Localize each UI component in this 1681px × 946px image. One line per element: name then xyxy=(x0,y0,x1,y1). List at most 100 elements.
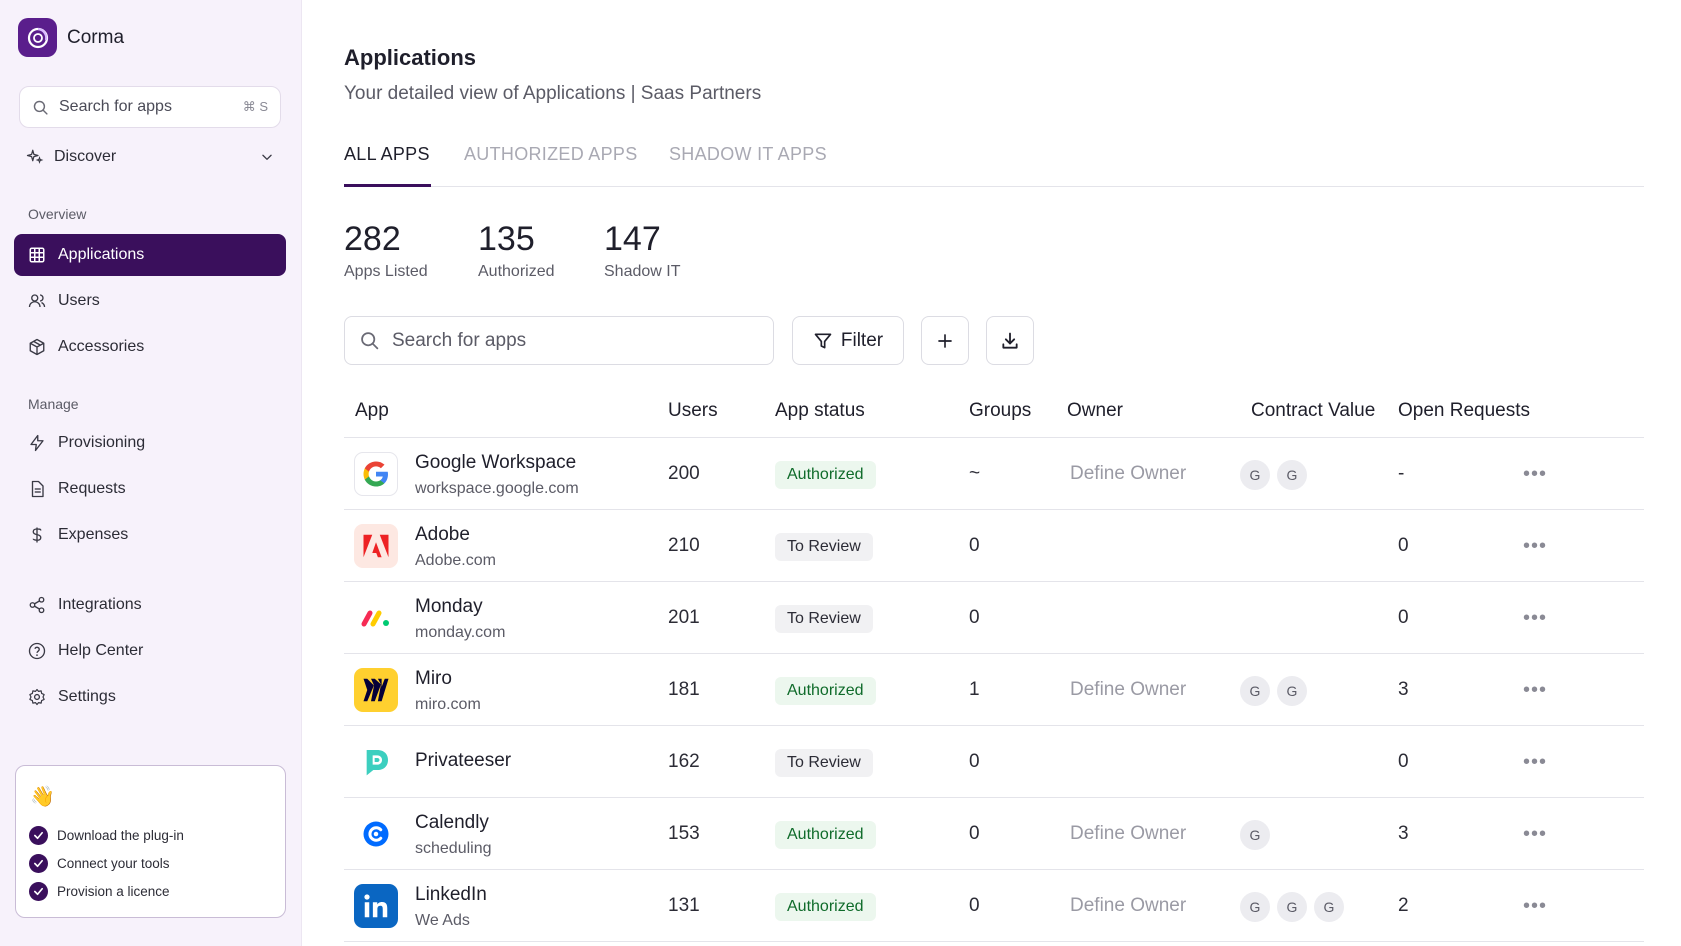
avatar: G xyxy=(1240,892,1270,922)
column-header-app[interactable]: App xyxy=(355,400,389,422)
column-header-app-status[interactable]: App status xyxy=(775,400,865,422)
more-options-icon[interactable]: ••• xyxy=(1520,748,1550,776)
table-row[interactable]: Adobe Adobe.com 210 To Review 0 0 ••• xyxy=(344,510,1644,582)
column-header-contract-value[interactable]: Contract Value xyxy=(1251,400,1375,422)
table-row[interactable]: LinkedIn We Ads 131 Authorized 0 Define … xyxy=(344,870,1644,942)
app-domain: We Ads xyxy=(415,912,470,929)
share-icon xyxy=(29,596,45,614)
column-header-owner[interactable]: Owner xyxy=(1067,400,1123,422)
app-search-input[interactable]: Search for apps xyxy=(344,316,774,365)
gear-icon xyxy=(29,688,45,706)
table-row[interactable]: Miro miro.com 181 Authorized 1 Define Ow… xyxy=(344,654,1644,726)
app-name[interactable]: LinkedIn xyxy=(415,884,487,906)
wave-emoji: 👋 xyxy=(30,786,55,808)
check-circle-icon xyxy=(29,826,48,845)
main-content: Applications Your detailed view of Appli… xyxy=(344,0,1654,946)
more-options-icon[interactable]: ••• xyxy=(1520,460,1550,488)
sidebar-item-label: Settings xyxy=(58,688,116,705)
column-header-groups[interactable]: Groups xyxy=(969,400,1031,422)
sidebar-search-input[interactable]: Search for apps ⌘ S xyxy=(19,86,281,128)
table-row[interactable]: Google Workspace workspace.google.com 20… xyxy=(344,438,1644,510)
tab-all-apps[interactable]: ALL APPS xyxy=(344,144,430,165)
sidebar-item-settings[interactable]: Settings xyxy=(14,676,286,718)
app-name[interactable]: Calendly xyxy=(415,812,489,834)
define-owner-link[interactable]: Define Owner xyxy=(1070,895,1186,917)
tab-shadow-it-apps[interactable]: SHADOW IT APPS xyxy=(669,144,827,165)
status-badge: Authorized xyxy=(775,893,876,921)
active-tab-indicator xyxy=(344,184,431,187)
users-count: 200 xyxy=(668,463,700,484)
add-app-button[interactable] xyxy=(921,316,969,365)
google-logo-icon xyxy=(354,452,398,496)
document-icon xyxy=(31,480,44,498)
dollar-icon xyxy=(32,527,42,543)
sidebar-item-help-center[interactable]: Help Center xyxy=(14,630,286,672)
define-owner-link[interactable]: Define Owner xyxy=(1070,823,1186,845)
discover-dropdown[interactable]: Discover xyxy=(26,148,274,166)
tab-bar: ALL APPS AUTHORIZED APPS SHADOW IT APPS xyxy=(344,140,1644,187)
sidebar-item-label: Applications xyxy=(58,246,145,263)
more-options-icon[interactable]: ••• xyxy=(1520,892,1550,920)
section-label-manage: Manage xyxy=(28,396,79,412)
open-requests-count: 0 xyxy=(1398,535,1409,556)
grid-icon xyxy=(29,247,45,263)
help-icon xyxy=(28,642,46,660)
linkedin-logo-icon xyxy=(354,884,398,928)
status-badge: To Review xyxy=(775,749,873,777)
onboarding-step[interactable]: Connect your tools xyxy=(29,854,170,873)
sidebar-item-applications[interactable]: Applications xyxy=(14,234,286,276)
download-button[interactable] xyxy=(986,316,1034,365)
column-header-open-requests[interactable]: Open Requests xyxy=(1398,400,1530,422)
stat-shadow-it: 147 Shadow IT xyxy=(604,220,680,281)
app-domain: monday.com xyxy=(415,624,506,641)
define-owner-link[interactable]: Define Owner xyxy=(1070,679,1186,701)
status-badge: Authorized xyxy=(775,461,876,489)
stat-label: Apps Listed xyxy=(344,263,428,280)
onboarding-step-label: Download the plug-in xyxy=(57,828,184,843)
sidebar-search-placeholder: Search for apps xyxy=(59,98,172,115)
adobe-logo-icon xyxy=(354,524,398,568)
define-owner-link[interactable]: Define Owner xyxy=(1070,463,1186,485)
more-options-icon[interactable]: ••• xyxy=(1520,604,1550,632)
more-options-icon[interactable]: ••• xyxy=(1520,820,1550,848)
status-badge: Authorized xyxy=(775,821,876,849)
sidebar-item-requests[interactable]: Requests xyxy=(14,468,286,510)
sidebar-item-accessories[interactable]: Accessories xyxy=(14,326,286,368)
column-header-users[interactable]: Users xyxy=(668,400,718,422)
onboarding-step[interactable]: Download the plug-in xyxy=(29,826,184,845)
sidebar-item-provisioning[interactable]: Provisioning xyxy=(14,422,286,464)
groups-count: 0 xyxy=(969,823,980,844)
open-requests-count: 3 xyxy=(1398,823,1409,844)
check-circle-icon xyxy=(29,882,48,901)
tab-authorized-apps[interactable]: AUTHORIZED APPS xyxy=(464,144,638,165)
app-domain: workspace.google.com xyxy=(415,480,579,497)
sidebar-item-expenses[interactable]: Expenses xyxy=(14,514,286,556)
stat-value: 135 xyxy=(478,220,535,258)
avatar: G xyxy=(1240,676,1270,706)
more-options-icon[interactable]: ••• xyxy=(1520,676,1550,704)
open-requests-count: 0 xyxy=(1398,751,1409,772)
table-row[interactable]: Calendly scheduling 153 Authorized 0 Def… xyxy=(344,798,1644,870)
filter-button[interactable]: Filter xyxy=(792,316,904,365)
more-options-icon[interactable]: ••• xyxy=(1520,532,1550,560)
discover-label: Discover xyxy=(54,148,117,165)
app-name[interactable]: Google Workspace xyxy=(415,452,576,474)
app-name[interactable]: Adobe xyxy=(415,524,470,546)
table-row[interactable]: Privateeser 162 To Review 0 0 ••• xyxy=(344,726,1644,798)
users-count: 153 xyxy=(668,823,700,844)
avatar: G xyxy=(1314,892,1344,922)
stat-label: Authorized xyxy=(478,263,555,280)
app-name[interactable]: Monday xyxy=(415,596,483,618)
table-row[interactable]: Monday monday.com 201 To Review 0 0 ••• xyxy=(344,582,1644,654)
groups-count: 1 xyxy=(969,679,980,700)
section-label-overview: Overview xyxy=(28,206,87,222)
status-badge: Authorized xyxy=(775,677,876,705)
onboarding-step[interactable]: Provision a licence xyxy=(29,882,170,901)
app-name[interactable]: Miro xyxy=(415,668,452,690)
sidebar-item-integrations[interactable]: Integrations xyxy=(14,584,286,626)
monday-logo-icon xyxy=(354,596,398,640)
sidebar-item-users[interactable]: Users xyxy=(14,280,286,322)
users-count: 162 xyxy=(668,751,700,772)
brand[interactable]: Corma xyxy=(18,18,124,57)
app-name[interactable]: Privateeser xyxy=(415,750,511,772)
